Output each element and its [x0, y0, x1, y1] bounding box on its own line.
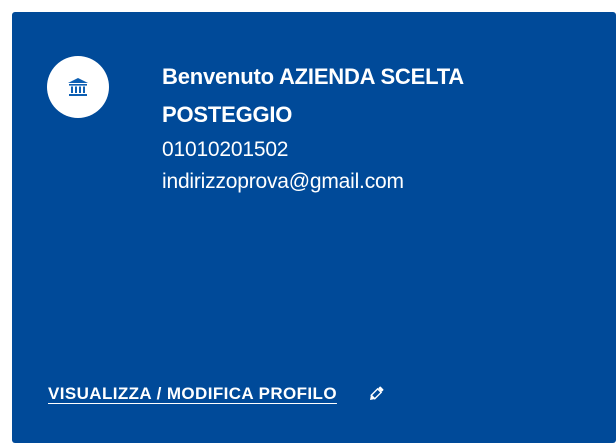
user-profile-card: Benvenuto AZIENDA SCELTA POSTEGGIO 01010…	[12, 12, 616, 443]
company-name-line1: AZIENDA SCELTA	[278, 64, 464, 89]
user-email: indirizzoprova@gmail.com	[162, 170, 404, 193]
avatar	[47, 56, 109, 118]
welcome-prefix: Benvenuto	[162, 64, 274, 89]
edit-profile-link-label[interactable]: VISUALIZZA / MODIFICA PROFILO	[48, 384, 337, 404]
user-code: 01010201502	[162, 138, 289, 161]
company-name-line2: POSTEGGIO	[162, 102, 293, 127]
bank-building-icon	[67, 76, 89, 98]
pencil-icon[interactable]	[367, 385, 385, 403]
user-info: Benvenuto AZIENDA SCELTA POSTEGGIO 01010…	[162, 58, 582, 198]
welcome-heading: Benvenuto AZIENDA SCELTA POSTEGGIO	[162, 58, 582, 134]
edit-profile-link[interactable]: VISUALIZZA / MODIFICA PROFILO	[48, 384, 385, 404]
